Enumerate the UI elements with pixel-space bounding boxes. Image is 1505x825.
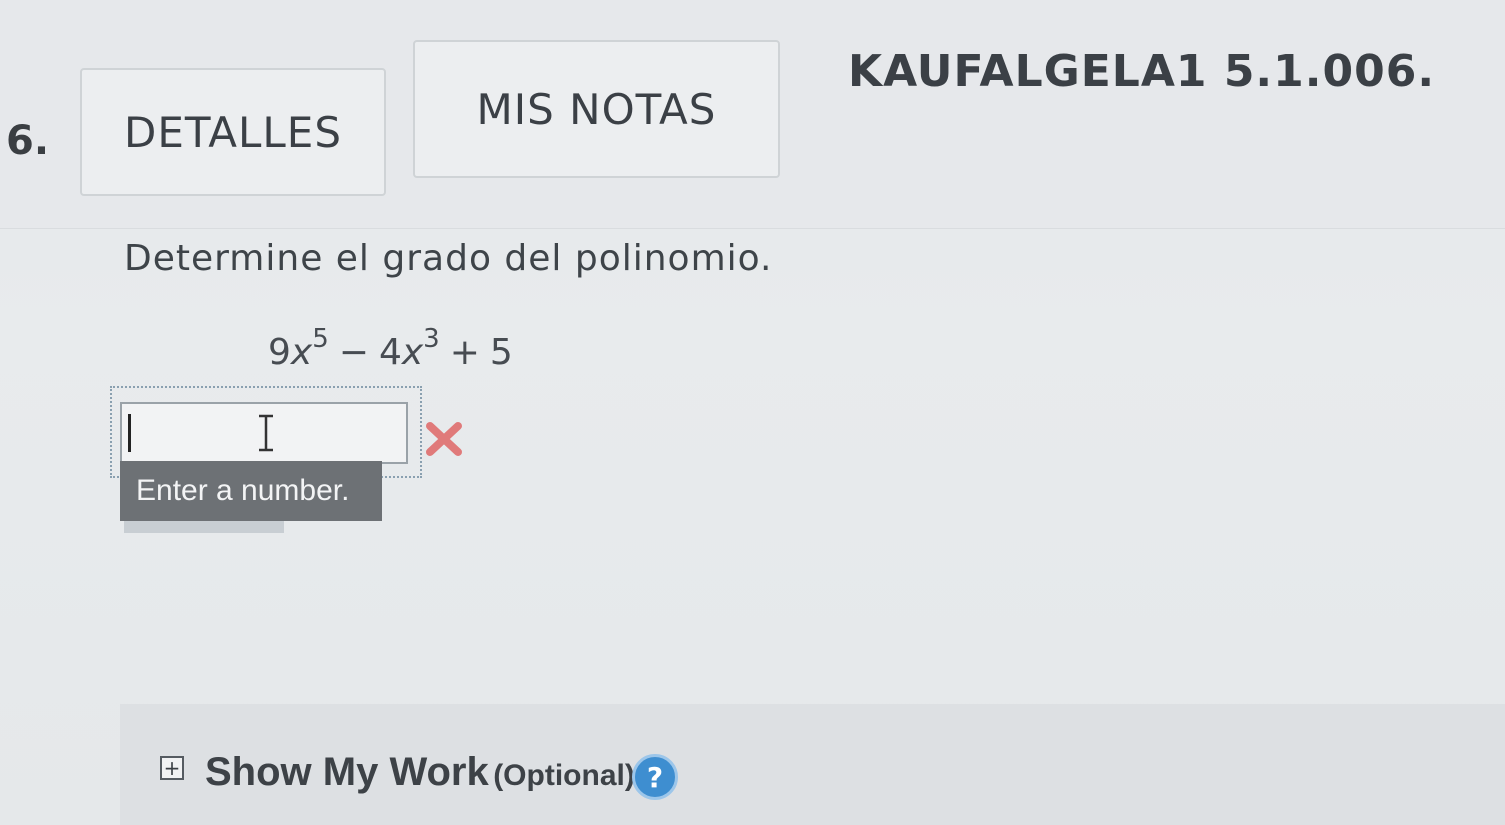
question-number: 6. xyxy=(6,118,50,164)
term2-variable: x xyxy=(401,332,424,373)
tooltip-shadow xyxy=(124,521,284,533)
term1-exponent: 5 xyxy=(312,324,329,354)
term1-coefficient: 9 xyxy=(268,332,291,373)
operator-minus: − xyxy=(338,332,369,373)
optional-label: (Optional) xyxy=(493,759,635,792)
term2-coefficient: 4 xyxy=(378,332,402,373)
details-button[interactable]: DETALLES xyxy=(80,68,386,196)
term3-constant: 5 xyxy=(489,332,513,373)
expand-plus-icon[interactable]: + xyxy=(160,756,184,780)
text-cursor-icon xyxy=(259,414,273,452)
term2-exponent: 3 xyxy=(423,324,440,354)
operator-plus: + xyxy=(449,332,480,373)
show-my-work-label: Show My Work xyxy=(205,750,489,794)
term1-variable: x xyxy=(290,332,313,373)
answer-tooltip: Enter a number. xyxy=(120,461,382,521)
question-prompt: Determine el grado del polinomio. xyxy=(124,238,773,279)
help-icon[interactable]: ? xyxy=(632,754,678,800)
my-notes-button[interactable]: MIS NOTAS xyxy=(413,40,780,178)
polynomial-expression: 9x5−4x3 +5 xyxy=(268,324,513,373)
incorrect-x-icon xyxy=(426,422,462,456)
text-caret xyxy=(128,414,131,452)
show-my-work-toggle[interactable]: Show My Work (Optional) xyxy=(205,750,635,795)
question-code: KAUFALGELA1 5.1.006. xyxy=(848,46,1436,97)
